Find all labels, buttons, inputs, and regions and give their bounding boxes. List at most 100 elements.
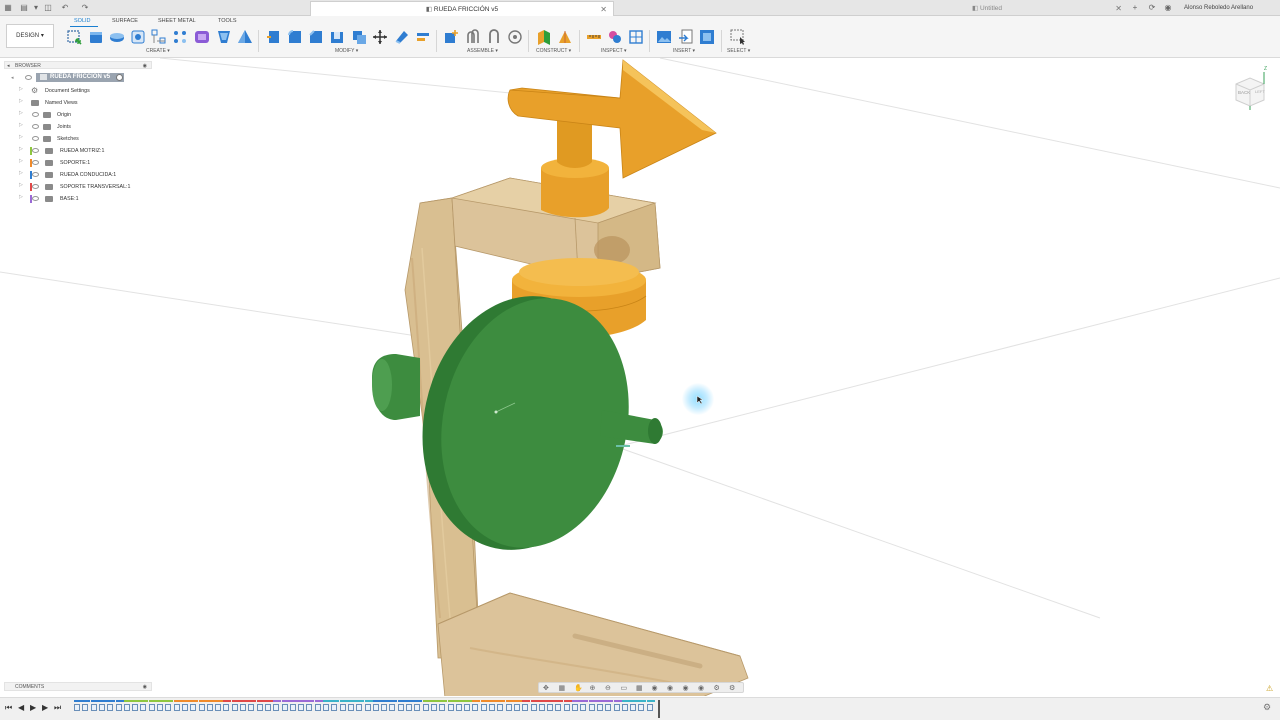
timeline-feature[interactable]: [306, 704, 313, 711]
workspace-switcher-button[interactable]: DESIGN ▾: [6, 24, 54, 48]
viewport-canvas[interactable]: [0, 58, 1280, 696]
visibility-eye-icon[interactable]: [32, 196, 39, 201]
timeline-feature[interactable]: [331, 704, 338, 711]
timeline-feature[interactable]: [580, 704, 587, 711]
tab-untitled[interactable]: ◧ Untitled ✕: [846, 1, 1128, 16]
collapse-icon[interactable]: ◂: [7, 62, 10, 70]
expand-icon[interactable]: ▷: [19, 194, 23, 200]
form-icon[interactable]: [194, 29, 210, 45]
inspect-menu[interactable]: INSPECT ▾: [601, 48, 627, 54]
timeline-feature[interactable]: [381, 704, 388, 711]
timeline-feature[interactable]: [522, 704, 529, 711]
timeline-settings-icon[interactable]: ⚙: [1263, 702, 1271, 713]
timeline-feature[interactable]: [372, 704, 379, 711]
assemble-menu[interactable]: ASSEMBLE ▾: [467, 48, 498, 54]
timeline-feature[interactable]: [281, 704, 288, 711]
timeline-feature[interactable]: [240, 704, 246, 711]
viewport-icon[interactable]: ◉: [652, 684, 658, 692]
timeline-feature[interactable]: [223, 704, 230, 711]
grid-settings-icon[interactable]: ▦: [636, 684, 643, 692]
camera-icon[interactable]: ⚙: [714, 684, 720, 692]
browser-item-soporte[interactable]: SOPORTE:1: [60, 158, 90, 168]
timeline-feature[interactable]: [572, 704, 578, 711]
timeline-feature[interactable]: [464, 704, 471, 711]
timeline-feature[interactable]: [273, 704, 280, 711]
warning-icon[interactable]: ⚠: [1266, 684, 1273, 693]
visibility-eye-icon[interactable]: [32, 124, 39, 129]
visibility-eye-icon[interactable]: [32, 160, 39, 165]
close-icon[interactable]: ✕: [1115, 1, 1122, 16]
timeline-feature[interactable]: [298, 704, 305, 711]
motion-link-icon[interactable]: [507, 29, 523, 45]
visibility-eye-icon[interactable]: [32, 112, 39, 117]
interference-icon[interactable]: [607, 29, 623, 45]
timeline-feature[interactable]: [563, 704, 570, 711]
pattern-icon[interactable]: [172, 29, 188, 45]
visual-style-icon[interactable]: ◉: [667, 684, 673, 692]
pin-icon[interactable]: ◉: [143, 683, 147, 691]
timeline-feature[interactable]: [638, 704, 645, 711]
expand-icon[interactable]: ▷: [19, 182, 23, 188]
timeline-feature[interactable]: [605, 704, 612, 711]
tab-surface[interactable]: SURFACE: [112, 18, 138, 24]
timeline-feature[interactable]: [256, 704, 263, 711]
combine-icon[interactable]: [351, 29, 367, 45]
timeline-feature[interactable]: [547, 704, 554, 711]
zoom-window-icon[interactable]: ⊖: [605, 684, 611, 692]
timeline-feature[interactable]: [148, 704, 155, 711]
browser-root-item[interactable]: RUEDA FRICCIÓN v5: [36, 73, 124, 82]
timeline-feature[interactable]: [555, 704, 562, 711]
timeline-feature[interactable]: [447, 704, 454, 711]
timeline-feature[interactable]: [364, 704, 371, 711]
object-visibility-icon[interactable]: ⚙: [729, 684, 735, 692]
timeline-feature[interactable]: [439, 704, 446, 711]
insert-mesh-icon[interactable]: [699, 29, 715, 45]
timeline-feature[interactable]: [588, 704, 595, 711]
timeline-feature[interactable]: [339, 704, 346, 711]
timeline-feature[interactable]: [206, 704, 213, 711]
viewcube[interactable]: BACK LEFT Z: [1228, 66, 1268, 114]
modify-menu[interactable]: MODIFY ▾: [335, 48, 358, 54]
pan-icon[interactable]: ✋: [574, 684, 583, 692]
browser-item-rueda-motriz[interactable]: RUEDA MOTRIZ:1: [60, 146, 104, 156]
visibility-eye-icon[interactable]: [25, 75, 32, 80]
browser-item-origin[interactable]: Origin: [57, 110, 71, 120]
file-dropdown-icon[interactable]: ▾: [31, 3, 41, 13]
expand-icon[interactable]: ▷: [19, 158, 23, 164]
create-menu[interactable]: CREATE ▾: [146, 48, 170, 54]
as-built-joint-icon[interactable]: [486, 29, 502, 45]
browser-item-joints[interactable]: Joints: [57, 122, 71, 132]
timeline-feature[interactable]: [455, 704, 462, 711]
new-component-icon[interactable]: [443, 29, 459, 45]
timeline-feature[interactable]: [123, 704, 130, 711]
rectangular-pattern-icon[interactable]: [151, 29, 167, 45]
timeline-feature[interactable]: [422, 704, 429, 711]
viewcube-back-face[interactable]: BACK: [1238, 90, 1250, 95]
select-menu[interactable]: SELECT ▾: [727, 48, 750, 54]
browser-item-document-settings[interactable]: Document Settings: [45, 86, 90, 96]
joint-icon[interactable]: [465, 29, 481, 45]
timeline-feature[interactable]: [314, 704, 321, 711]
zoom-icon[interactable]: ⊕: [590, 684, 596, 692]
loft-icon[interactable]: [237, 29, 253, 45]
construct-menu[interactable]: CONSTRUCT ▾: [536, 48, 571, 54]
timeline-feature[interactable]: [414, 704, 421, 711]
expand-icon[interactable]: ▷: [19, 170, 23, 176]
viewcube-left-face[interactable]: LEFT: [1255, 89, 1265, 94]
timeline-feature[interactable]: [397, 704, 404, 711]
file-menu-icon[interactable]: ▤: [19, 3, 29, 13]
timeline-feature[interactable]: [356, 704, 363, 711]
activate-radio-icon[interactable]: [116, 74, 123, 81]
visibility-eye-icon[interactable]: [32, 172, 39, 177]
expand-icon[interactable]: ▷: [19, 98, 23, 104]
timeline-feature[interactable]: [173, 704, 180, 711]
timeline-feature[interactable]: [430, 704, 437, 711]
environment-icon[interactable]: ◉: [698, 684, 704, 692]
timeline-feature[interactable]: [513, 704, 520, 711]
browser-item-soporte-transversal[interactable]: SOPORTE TRANSVERSAL:1: [60, 182, 130, 192]
timeline-feature[interactable]: [198, 704, 205, 711]
section-analysis-icon[interactable]: [628, 29, 644, 45]
undo-icon[interactable]: ↶: [60, 3, 70, 13]
timeline-feature[interactable]: [98, 704, 105, 711]
timeline-feature[interactable]: [82, 704, 89, 711]
